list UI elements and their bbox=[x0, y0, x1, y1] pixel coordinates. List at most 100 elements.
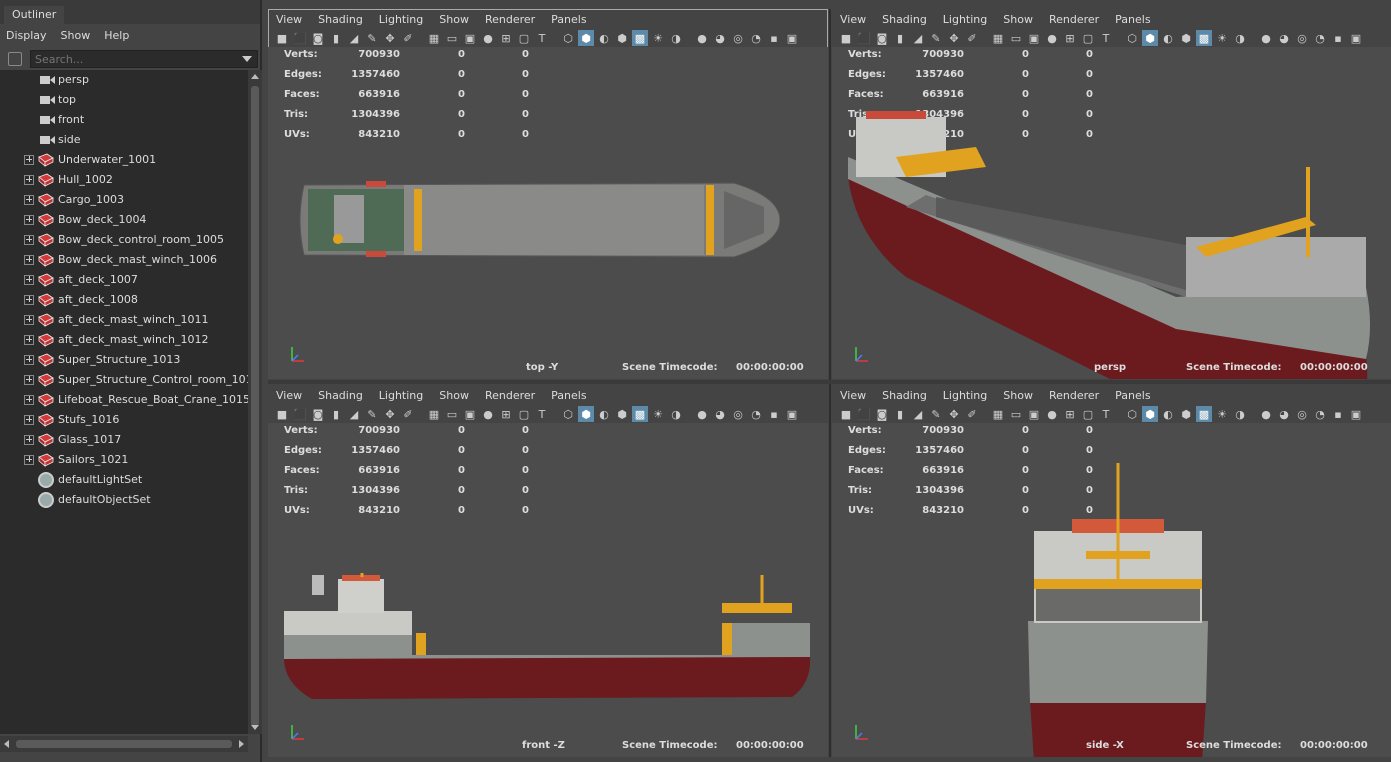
outliner-menu-display[interactable]: Display bbox=[6, 29, 47, 42]
viewport-menu-panels[interactable]: Panels bbox=[551, 389, 586, 402]
filter-icon[interactable] bbox=[8, 52, 22, 66]
field-chart-icon[interactable]: ⊞ bbox=[1062, 30, 1078, 46]
viewport-menu-show[interactable]: Show bbox=[439, 13, 469, 26]
wireframe-icon[interactable]: ⬡ bbox=[560, 30, 576, 46]
expand-plus-icon[interactable] bbox=[24, 215, 34, 225]
smooth-shade-icon[interactable]: ⬢ bbox=[578, 406, 594, 422]
safe-title-icon[interactable]: T bbox=[534, 406, 550, 422]
dof-icon[interactable]: ◔ bbox=[748, 406, 764, 422]
anti-aliasing-icon[interactable]: ◎ bbox=[1294, 406, 1310, 422]
default-light-icon[interactable]: ◐ bbox=[1160, 406, 1176, 422]
2d-pan-icon[interactable]: ✥ bbox=[946, 406, 962, 422]
isolate-icon[interactable]: ▣ bbox=[784, 406, 800, 422]
expand-plus-icon[interactable] bbox=[24, 295, 34, 305]
safe-title-icon[interactable]: T bbox=[1098, 30, 1114, 46]
shadows-icon[interactable]: ◑ bbox=[1232, 30, 1248, 46]
anti-aliasing-icon[interactable]: ◎ bbox=[730, 30, 746, 46]
xray-icon[interactable]: ▪ bbox=[1330, 406, 1346, 422]
image-plane-icon[interactable]: ◢ bbox=[346, 406, 362, 422]
pencil-icon[interactable]: ✐ bbox=[964, 30, 980, 46]
resolution-gate-icon[interactable]: ▣ bbox=[1026, 30, 1042, 46]
viewport-canvas[interactable]: Verts: 700930 0 0 Edges: 1357460 0 0 Faces: 66391… bbox=[268, 423, 828, 757]
field-chart-icon[interactable]: ⊞ bbox=[498, 406, 514, 422]
field-chart-icon[interactable]: ⊞ bbox=[498, 30, 514, 46]
dof-icon[interactable]: ◔ bbox=[1312, 406, 1328, 422]
bookmark-icon[interactable]: ▮ bbox=[328, 406, 344, 422]
viewport-menu-lighting[interactable]: Lighting bbox=[379, 389, 423, 402]
xray-icon[interactable]: ▪ bbox=[766, 30, 782, 46]
outliner-item[interactable]: defaultLightSet bbox=[0, 470, 248, 490]
outliner-item[interactable]: aft_deck_mast_winch_1011 bbox=[0, 310, 248, 330]
xray-icon[interactable]: ▪ bbox=[766, 406, 782, 422]
viewport-menu-renderer[interactable]: Renderer bbox=[485, 13, 535, 26]
expand-plus-icon[interactable] bbox=[24, 375, 34, 385]
dof-icon[interactable]: ◔ bbox=[748, 30, 764, 46]
safe-action-icon[interactable]: ▢ bbox=[1080, 30, 1096, 46]
smooth-shade-icon[interactable]: ⬢ bbox=[578, 30, 594, 46]
outliner-item[interactable]: Super_Structure_Control_room_1014 bbox=[0, 370, 260, 390]
viewport-menu-view[interactable]: View bbox=[840, 389, 866, 402]
film-gate-icon[interactable]: ▭ bbox=[1008, 30, 1024, 46]
motion-blur-icon[interactable]: ◕ bbox=[1276, 406, 1292, 422]
expand-plus-icon[interactable] bbox=[24, 335, 34, 345]
textured-icon[interactable]: ▩ bbox=[1196, 406, 1212, 422]
viewport-side[interactable]: View Shading Lighting Show Renderer Panels ■ ⬛ ◙… bbox=[832, 385, 1391, 757]
textured-icon[interactable]: ▩ bbox=[632, 406, 648, 422]
image-plane-icon[interactable]: ◢ bbox=[346, 30, 362, 46]
expand-plus-icon[interactable] bbox=[24, 255, 34, 265]
scrollbar-thumb[interactable] bbox=[251, 86, 259, 726]
isolate-icon[interactable]: ▣ bbox=[1348, 30, 1364, 46]
resolution-gate-icon[interactable]: ▣ bbox=[462, 30, 478, 46]
outliner-item[interactable]: aft_deck_1008 bbox=[0, 290, 248, 310]
wireframe-icon[interactable]: ⬡ bbox=[1124, 30, 1140, 46]
shadows-icon[interactable]: ◑ bbox=[668, 406, 684, 422]
outliner-item[interactable]: Bow_deck_1004 bbox=[0, 210, 248, 230]
wireframe-on-shaded-icon[interactable]: ⬢ bbox=[1178, 406, 1194, 422]
motion-blur-icon[interactable]: ◕ bbox=[712, 30, 728, 46]
grease-pencil-icon[interactable]: ✎ bbox=[928, 406, 944, 422]
camera-lock-icon[interactable]: ⬛ bbox=[292, 406, 308, 422]
scroll-right-icon[interactable] bbox=[239, 740, 244, 748]
camera-attr-icon[interactable]: ◙ bbox=[874, 30, 890, 46]
use-lights-icon[interactable]: ☀ bbox=[650, 406, 666, 422]
wireframe-on-shaded-icon[interactable]: ⬢ bbox=[614, 30, 630, 46]
image-plane-icon[interactable]: ◢ bbox=[910, 30, 926, 46]
scrollbar-thumb[interactable] bbox=[16, 740, 232, 748]
viewport-menu-renderer[interactable]: Renderer bbox=[1049, 13, 1099, 26]
scroll-left-icon[interactable] bbox=[4, 740, 9, 748]
viewport-menu-lighting[interactable]: Lighting bbox=[379, 13, 423, 26]
shadows-icon[interactable]: ◑ bbox=[1232, 406, 1248, 422]
default-light-icon[interactable]: ◐ bbox=[596, 406, 612, 422]
expand-plus-icon[interactable] bbox=[24, 415, 34, 425]
motion-blur-icon[interactable]: ◕ bbox=[1276, 30, 1292, 46]
outliner-item[interactable]: side bbox=[0, 130, 248, 150]
expand-plus-icon[interactable] bbox=[24, 435, 34, 445]
camera-lock-icon[interactable]: ⬛ bbox=[856, 30, 872, 46]
ambient-occlusion-icon[interactable]: ● bbox=[694, 406, 710, 422]
gate-mask-icon[interactable]: ● bbox=[480, 406, 496, 422]
shadows-icon[interactable]: ◑ bbox=[668, 30, 684, 46]
viewport-persp[interactable]: View Shading Lighting Show Renderer Panels ■ ⬛ ◙… bbox=[832, 9, 1391, 379]
viewport-menu-panels[interactable]: Panels bbox=[551, 13, 586, 26]
outliner-item[interactable]: aft_deck_1007 bbox=[0, 270, 248, 290]
pencil-icon[interactable]: ✐ bbox=[400, 30, 416, 46]
viewport-menu-lighting[interactable]: Lighting bbox=[943, 13, 987, 26]
outliner-item[interactable]: Super_Structure_1013 bbox=[0, 350, 248, 370]
dof-icon[interactable]: ◔ bbox=[1312, 30, 1328, 46]
safe-title-icon[interactable]: T bbox=[534, 30, 550, 46]
scroll-down-icon[interactable] bbox=[251, 725, 259, 730]
expand-plus-icon[interactable] bbox=[24, 195, 34, 205]
use-lights-icon[interactable]: ☀ bbox=[1214, 406, 1230, 422]
use-lights-icon[interactable]: ☀ bbox=[1214, 30, 1230, 46]
outliner-menu-help[interactable]: Help bbox=[104, 29, 129, 42]
camera-lock-icon[interactable]: ⬛ bbox=[292, 30, 308, 46]
scroll-up-icon[interactable] bbox=[251, 74, 259, 79]
outliner-item[interactable]: Bow_deck_control_room_1005 bbox=[0, 230, 248, 250]
outliner-item[interactable]: Cargo_1003 bbox=[0, 190, 248, 210]
pencil-icon[interactable]: ✐ bbox=[964, 406, 980, 422]
expand-plus-icon[interactable] bbox=[24, 175, 34, 185]
resolution-gate-icon[interactable]: ▣ bbox=[462, 406, 478, 422]
camera-select-icon[interactable]: ■ bbox=[274, 406, 290, 422]
grid-icon[interactable]: ▦ bbox=[990, 30, 1006, 46]
viewport-menu-show[interactable]: Show bbox=[1003, 389, 1033, 402]
